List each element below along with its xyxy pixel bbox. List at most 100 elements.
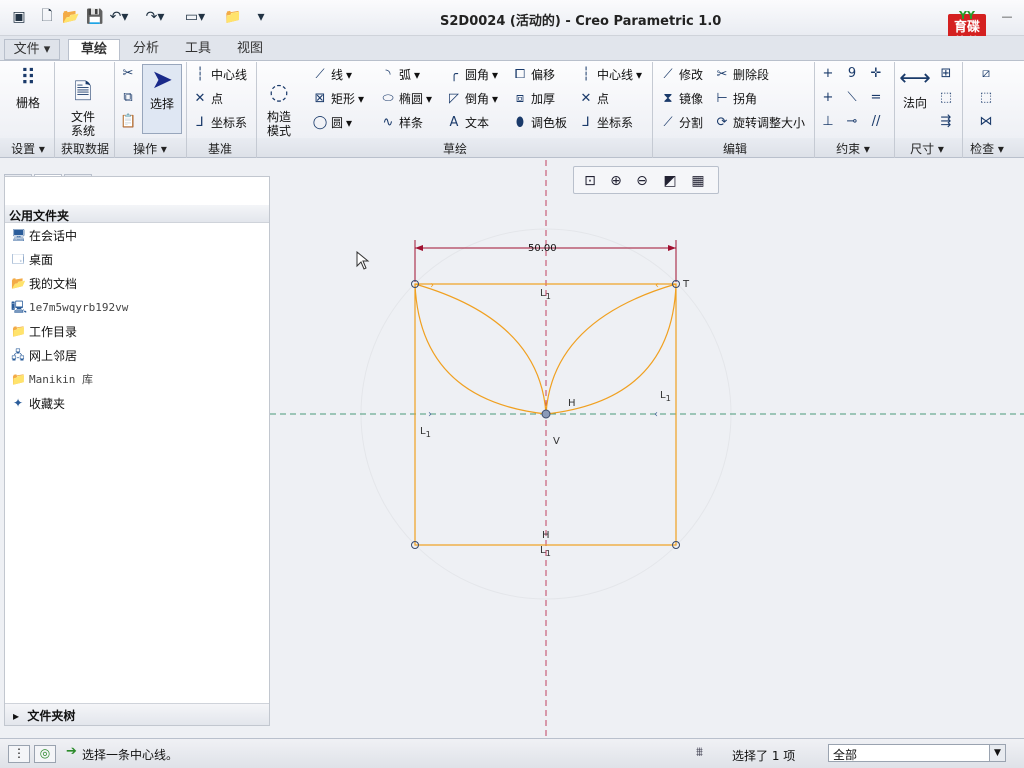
window-title: S2D0024 (活动的) - Creo Parametric 1.0 xyxy=(440,14,722,29)
thicken-button[interactable]: ⧈ 加厚 xyxy=(512,90,555,107)
inspect-shade-icon[interactable]: ⬚ xyxy=(978,90,994,105)
fillet-button[interactable]: ╭ 圆角 ▾ xyxy=(446,66,498,83)
tab-view[interactable]: 视图 xyxy=(228,39,272,60)
dim-reference-icon[interactable]: ⬚ xyxy=(938,90,954,105)
folder-item-documents[interactable]: 📂 我的文档 xyxy=(11,273,77,293)
constraint-equal-icon[interactable]: = xyxy=(868,90,884,105)
sketch-view-icon[interactable]: ◩ xyxy=(660,171,680,191)
mouse-cursor-icon xyxy=(356,251,370,270)
open-icon[interactable]: 📂 xyxy=(62,8,80,26)
rectangle-icon: ⊠ xyxy=(314,91,326,106)
select-button[interactable]: ➤ 选择 xyxy=(142,64,182,134)
selection-filter-icon[interactable]: ⩩ xyxy=(696,745,703,760)
arc-button[interactable]: ◝ 弧 ▾ xyxy=(380,66,420,83)
inspect-open-ends-icon[interactable]: ⋈ xyxy=(978,114,994,129)
constraint-symmetric-icon[interactable]: ⊸ xyxy=(844,114,860,129)
prompt-arrow-icon: ➔ xyxy=(66,744,77,759)
model-tree-toggle-icon[interactable]: ⋮ xyxy=(8,745,30,763)
datum-point-button[interactable]: ✕ 点 xyxy=(192,90,223,107)
circle-button[interactable]: ◯ 圆 ▾ xyxy=(312,114,352,131)
inner-right-arc xyxy=(545,283,677,415)
ellipse-button[interactable]: ⬭ 椭圆 ▾ xyxy=(380,90,432,107)
more-icon[interactable]: ▾ xyxy=(252,8,270,26)
folder-icon[interactable]: 📁 xyxy=(224,8,242,26)
folder-item-desktop[interactable]: 🗔 桌面 xyxy=(11,249,53,269)
point2-icon: ✕ xyxy=(580,91,592,106)
group-dimension[interactable]: 尺寸 ▾ xyxy=(902,140,952,157)
selection-filter-dropdown[interactable]: 全部 ▼ xyxy=(828,744,1006,762)
spline-button[interactable]: ∿ 样条 xyxy=(380,114,423,131)
group-editing: 编辑 xyxy=(722,142,747,156)
app-icon[interactable]: ▣ xyxy=(10,8,28,26)
zoom-in-icon[interactable]: ⊕ xyxy=(606,171,626,191)
working-dir-icon: 📁 xyxy=(11,324,26,338)
constraint-perpendicular-icon[interactable]: ⊥ xyxy=(820,114,836,129)
chamfer-button[interactable]: ◸ 倒角 ▾ xyxy=(446,90,498,107)
paste-icon[interactable]: 📋 xyxy=(120,114,136,129)
center-vertex xyxy=(541,409,551,419)
sketch-centerline-button[interactable]: ┆ 中心线 ▾ xyxy=(578,66,642,83)
dimension-value[interactable]: 50.00 xyxy=(528,243,557,254)
datum-centerline-button[interactable]: ┆ 中心线 xyxy=(192,66,247,83)
constraint-horizontal-icon[interactable]: + xyxy=(820,90,836,105)
display-filter-icon[interactable]: ▦ xyxy=(688,171,708,191)
inspect-overlap-icon[interactable]: ⧄ xyxy=(978,66,994,81)
rectangle-button[interactable]: ⊠ 矩形 ▾ xyxy=(312,90,365,107)
cut-icon[interactable]: ✂ xyxy=(120,66,136,81)
offset-button[interactable]: ⧠ 偏移 xyxy=(512,66,555,83)
palette-button[interactable]: ⬮ 调色板 xyxy=(512,114,567,131)
title-bar: ▣ 🗋 📂 💾 ↶▾ ↷▾ ▭▾ 📁 ▾ S2D0024 (活动的) - Cre… xyxy=(0,0,1024,54)
new-icon[interactable]: 🗋 xyxy=(38,8,56,26)
inner-left-arc xyxy=(414,283,547,415)
undo-icon[interactable]: ↶▾ xyxy=(110,8,129,26)
save-icon[interactable]: 💾 xyxy=(86,8,104,26)
constraint-tangent-icon[interactable]: 9 xyxy=(844,66,860,81)
folder-item-working-dir[interactable]: 📁 工作目录 xyxy=(11,321,77,341)
datum-coord-button[interactable]: ⅃ 坐标系 xyxy=(192,114,247,131)
tab-tools[interactable]: 工具 xyxy=(176,39,220,60)
constraint-vertical-icon[interactable]: + xyxy=(820,66,836,81)
folder-item-computer[interactable]: 🖳 1e7m5wqyrb192vw xyxy=(11,297,128,317)
folder-item-network[interactable]: 🖧 网上邻居 xyxy=(11,345,77,365)
redo-icon[interactable]: ↷▾ xyxy=(146,8,165,26)
corner-button[interactable]: ⊢ 拐角 xyxy=(714,90,757,107)
sketch-coord-button[interactable]: ⅃ 坐标系 xyxy=(578,114,633,131)
rotate-resize-button[interactable]: ⟳ 旋转调整大小 xyxy=(714,114,805,131)
dim-ordinate-icon[interactable]: ⇶ xyxy=(938,114,954,129)
group-operations[interactable]: 操作 ▾ xyxy=(126,140,174,157)
grid-icon: ⠿ xyxy=(19,66,37,91)
construct-mode-button[interactable]: ◌ 构造 模式 xyxy=(262,66,296,138)
tab-analysis[interactable]: 分析 xyxy=(124,39,168,60)
mirror-button[interactable]: ⧗ 镜像 xyxy=(660,90,703,107)
grid-button[interactable]: ⠿ 栅格 xyxy=(8,66,48,110)
browser-toggle-icon[interactable]: ◎ xyxy=(34,745,56,763)
folder-tree-toggle[interactable]: ▸ 文件夹树 xyxy=(5,703,269,725)
tab-file[interactable]: 文件 ▾ xyxy=(4,39,60,60)
refit-icon[interactable]: ⊡ xyxy=(580,171,600,191)
modify-button[interactable]: ⟋ 修改 xyxy=(660,66,703,83)
constraint-parallel-icon[interactable]: // xyxy=(868,114,884,129)
dim-baseline-icon[interactable]: ⊞ xyxy=(938,66,954,81)
copy-icon[interactable]: ⧉ xyxy=(120,90,136,105)
normal-dimension-button[interactable]: ⟷ 法向 xyxy=(898,66,932,110)
constraint-coincident-icon[interactable]: ⟍ xyxy=(844,90,860,105)
minimize-button[interactable]: — xyxy=(1000,10,1014,24)
folder-item-session[interactable]: 🖥 在会话中 xyxy=(11,225,77,245)
file-system-button[interactable]: 🗎 文件 系统 xyxy=(62,66,104,138)
divide-button[interactable]: ⟋ 分割 xyxy=(660,114,703,131)
folder-item-manikin[interactable]: 📁 Manikin 库 xyxy=(11,369,93,389)
constraint-midpoint-icon[interactable]: ✛ xyxy=(868,66,884,81)
zoom-out-icon[interactable]: ⊖ xyxy=(632,171,652,191)
line-button[interactable]: ⟋ 线 ▾ xyxy=(312,66,352,83)
delete-segment-button[interactable]: ✂ 删除段 xyxy=(714,66,769,83)
tab-sketch[interactable]: 草绘 xyxy=(68,39,120,60)
window-icon[interactable]: ▭▾ xyxy=(185,8,205,26)
sketch-canvas[interactable]: › ‹ › ‹ 50.00 L1 L1 L1 L1 H H V T xyxy=(270,160,1024,738)
group-setup[interactable]: 设置 ▾ xyxy=(8,140,48,157)
group-constrain[interactable]: 约束 ▾ xyxy=(828,140,878,157)
text-button[interactable]: A 文本 xyxy=(446,114,489,131)
sketch-point-button[interactable]: ✕ 点 xyxy=(578,90,609,107)
group-inspect[interactable]: 检查 ▾ xyxy=(962,140,1012,157)
left-arc xyxy=(414,283,547,415)
folder-item-favorites[interactable]: ✦ 收藏夹 xyxy=(11,393,65,413)
